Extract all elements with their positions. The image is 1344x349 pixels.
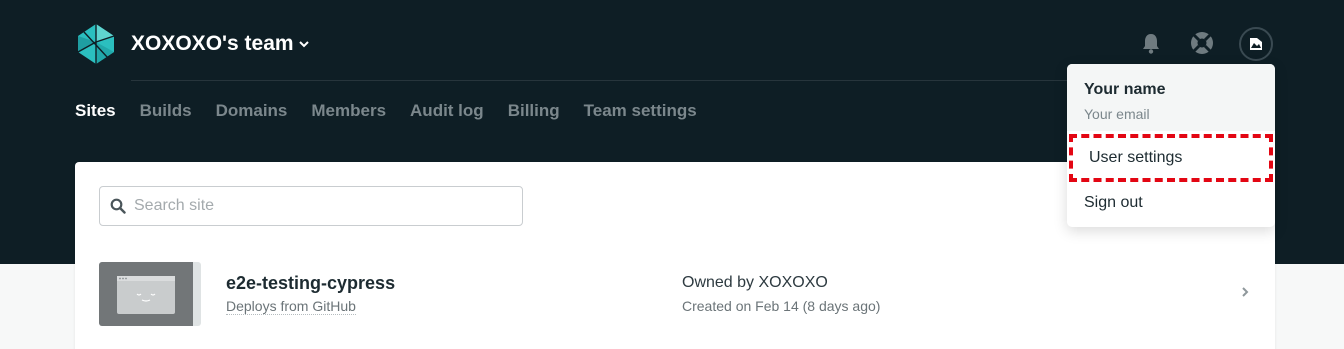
search-icon xyxy=(110,198,126,214)
avatar-broken-image-icon xyxy=(1250,38,1262,50)
team-nav-tabs: Sites Builds Domains Members Audit log B… xyxy=(75,101,697,121)
user-avatar[interactable] xyxy=(1239,27,1273,61)
user-settings-label: User settings xyxy=(1089,149,1183,166)
sign-out-label: Sign out xyxy=(1084,194,1143,211)
tab-billing[interactable]: Billing xyxy=(508,101,560,121)
tab-members[interactable]: Members xyxy=(311,101,386,121)
support-icon[interactable] xyxy=(1189,30,1215,56)
netlify-logo-icon[interactable] xyxy=(74,22,118,66)
user-name: Your name xyxy=(1084,81,1166,98)
sign-out-menu-item[interactable]: Sign out xyxy=(1067,183,1275,223)
site-owner: Owned by XOXOXO xyxy=(682,274,828,291)
site-name[interactable]: e2e-testing-cypress xyxy=(226,273,395,294)
bell-icon[interactable] xyxy=(1138,30,1164,56)
site-deploy-source: Deploys from GitHub xyxy=(226,298,356,315)
site-placeholder-icon xyxy=(117,276,175,314)
header-divider xyxy=(131,80,1071,81)
chevron-down-icon xyxy=(298,41,309,48)
team-name-label: XOXOXO's team xyxy=(131,32,294,55)
tab-sites[interactable]: Sites xyxy=(75,101,116,121)
site-search-box[interactable] xyxy=(99,186,523,226)
site-list-item[interactable]: e2e-testing-cypress Deploys from GitHub … xyxy=(75,246,1275,342)
tab-audit-log[interactable]: Audit log xyxy=(410,101,484,121)
user-settings-menu-item[interactable]: User settings xyxy=(1067,138,1275,178)
search-input[interactable] xyxy=(134,197,504,215)
tab-team-settings[interactable]: Team settings xyxy=(584,101,697,121)
site-thumbnail xyxy=(99,262,201,326)
site-created-date: Created on Feb 14 (8 days ago) xyxy=(682,298,881,314)
user-menu-header: Your name Your email xyxy=(1067,64,1275,131)
team-switcher[interactable]: XOXOXO's team xyxy=(131,32,310,56)
tab-builds[interactable]: Builds xyxy=(140,101,192,121)
user-menu-dropdown: Your name Your email User settings Sign … xyxy=(1067,64,1275,227)
tab-domains[interactable]: Domains xyxy=(216,101,288,121)
user-email: Your email xyxy=(1084,106,1150,122)
chevron-right-icon xyxy=(1242,287,1249,297)
